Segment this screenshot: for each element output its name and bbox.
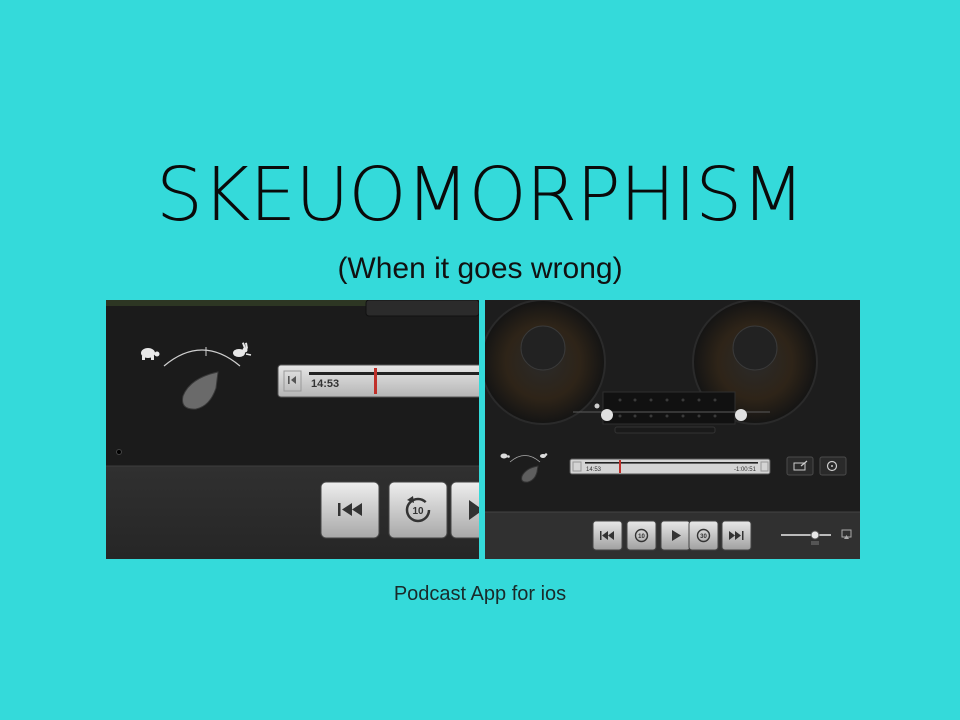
right-screenshot: 14:53 -1:00:51 10 30: [485, 300, 860, 559]
slide-subtitle: (When it goes wrong): [337, 252, 623, 285]
elapsed-time: 14:53: [586, 467, 602, 473]
progress-bar[interactable]: [277, 364, 479, 398]
share-button[interactable]: [786, 456, 814, 476]
rewind-10-button[interactable]: 10: [626, 520, 657, 551]
slide-title: SKEUOMORPHISM: [155, 152, 805, 238]
rewind-10-label: 10: [638, 534, 645, 540]
slide-caption: Podcast App for ios: [393, 583, 567, 605]
play-button[interactable]: [450, 481, 479, 539]
rewind-10-label: 10: [412, 506, 424, 517]
skip-forward-button[interactable]: [721, 520, 752, 551]
play-button[interactable]: [660, 520, 691, 551]
left-player-svg: 14:53 10: [106, 300, 479, 559]
rewind-10-button[interactable]: 10: [388, 481, 448, 539]
left-screenshot: 14:53 10: [106, 300, 479, 559]
right-player-svg: 14:53 -1:00:51 10 30: [485, 300, 860, 559]
skip-back-button[interactable]: [320, 481, 380, 539]
remaining-time: -1:00:51: [734, 467, 757, 473]
elapsed-time: 14:53: [311, 378, 339, 390]
reel-left-icon: [485, 300, 606, 425]
skip-back-button[interactable]: [592, 520, 623, 551]
timer-button[interactable]: [819, 456, 847, 476]
forward-30-button[interactable]: 30: [688, 520, 719, 551]
forward-30-label: 30: [700, 534, 707, 540]
